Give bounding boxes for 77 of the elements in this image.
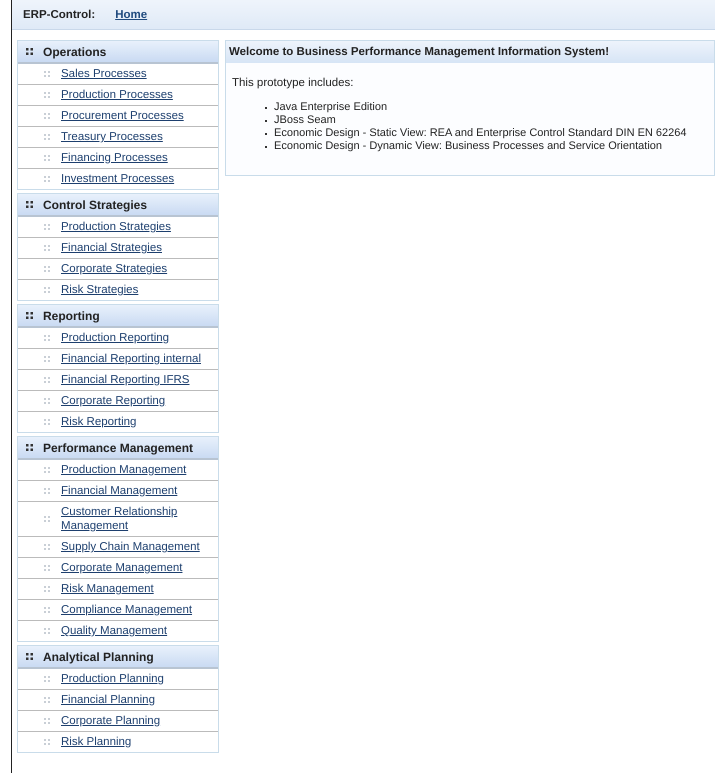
menu-link[interactable]: Corporate Planning (61, 714, 160, 728)
grip-icon (44, 287, 50, 293)
menu-link[interactable]: Financial Management (61, 484, 178, 498)
menu-link[interactable]: Supply Chain Management (61, 540, 200, 554)
grip-icon (44, 377, 50, 383)
grip-icon (44, 565, 50, 571)
menu-link[interactable]: Financial Reporting IFRS (61, 373, 190, 387)
panel-title: Welcome to Business Performance Management Information System! (229, 46, 610, 58)
menu-link[interactable]: Production Planning (61, 672, 164, 686)
section-header[interactable]: Reporting (18, 305, 218, 328)
menu-link[interactable]: Financial Planning (61, 693, 155, 707)
grip-icon (44, 697, 50, 703)
section-title: Performance Management (43, 440, 194, 454)
grip-icon (44, 245, 50, 251)
grip-icon (44, 155, 50, 161)
menu-link[interactable]: Financial Reporting internal (61, 352, 201, 366)
intro-text: This prototype includes: (232, 77, 354, 89)
app-title: ERP-Control: (23, 8, 96, 20)
grip-icon (44, 586, 50, 592)
section-title: Operations (43, 44, 106, 58)
grip-icon (44, 176, 50, 182)
home-link[interactable]: Home (115, 8, 148, 20)
grip-icon (44, 467, 50, 473)
menu-link[interactable]: Production Processes (61, 88, 173, 102)
section-header[interactable]: Control Strategies (18, 194, 218, 217)
section-header[interactable]: Operations (18, 41, 218, 64)
grip-icon (44, 224, 50, 230)
section-header[interactable]: Performance Management (18, 437, 218, 460)
grip-icon (26, 653, 33, 660)
menu-link[interactable]: Quality Management (61, 624, 168, 638)
menu-link[interactable]: Corporate Management (61, 561, 182, 575)
grip-icon (44, 718, 50, 724)
menu-link[interactable]: Procurement Processes (61, 109, 184, 123)
menu-link[interactable]: Production Strategies (61, 220, 171, 234)
grip-icon (44, 488, 50, 494)
grip-icon (44, 71, 50, 77)
grip-icon (26, 444, 33, 451)
grip-icon (44, 356, 50, 362)
section-title: Control Strategies (43, 198, 148, 212)
grip-icon (26, 312, 33, 319)
menu-link[interactable]: Financial Strategies (61, 241, 162, 255)
grip-icon (44, 628, 50, 634)
menu-link[interactable]: Corporate Strategies (61, 262, 168, 276)
menu-link[interactable]: Financing Processes (61, 151, 168, 165)
menu-link[interactable]: Corporate Reporting (61, 394, 166, 408)
section-header[interactable]: Analytical Planning (18, 646, 218, 669)
menu-link[interactable]: Production Management (61, 463, 186, 477)
feature-item: JBoss Seam (264, 114, 714, 127)
grip-icon (44, 419, 50, 425)
grip-icon (44, 607, 50, 613)
feature-item: Economic Design - Static View: REA and Enterprise Control Standard DIN EN 62264 (264, 127, 714, 140)
menu-link[interactable]: Risk Planning (61, 735, 132, 749)
menu-link[interactable]: Compliance Management (61, 603, 192, 617)
section-title: Reporting (43, 308, 100, 322)
grip-icon (26, 48, 33, 55)
grip-icon (44, 134, 50, 140)
grip-icon (26, 201, 33, 208)
section-title: Analytical Planning (43, 650, 154, 664)
grip-icon (44, 335, 50, 341)
grip-icon (44, 676, 50, 682)
menu-link[interactable]: Risk Management (61, 582, 154, 596)
grip-icon (44, 398, 50, 404)
grip-icon (44, 92, 50, 98)
menu-link[interactable]: Treasury Processes (61, 130, 163, 144)
grip-icon (44, 113, 50, 119)
feature-item: Economic Design - Dynamic View: Business Processes and Service Orientation (264, 140, 714, 153)
menu-link[interactable]: Risk Reporting (61, 415, 136, 429)
menu-link[interactable]: Production Reporting (61, 331, 170, 345)
menu-link[interactable]: Sales Processes (61, 67, 147, 81)
grip-icon (44, 739, 50, 745)
menu-link[interactable]: Customer Relationship Management (61, 505, 214, 533)
feature-item: Java Enterprise Edition (264, 101, 714, 114)
menu-link[interactable]: Risk Strategies (61, 283, 138, 297)
grip-icon (44, 544, 50, 550)
grip-icon (44, 516, 50, 522)
grip-icon (44, 266, 50, 272)
menu-link[interactable]: Investment Processes (61, 172, 174, 186)
